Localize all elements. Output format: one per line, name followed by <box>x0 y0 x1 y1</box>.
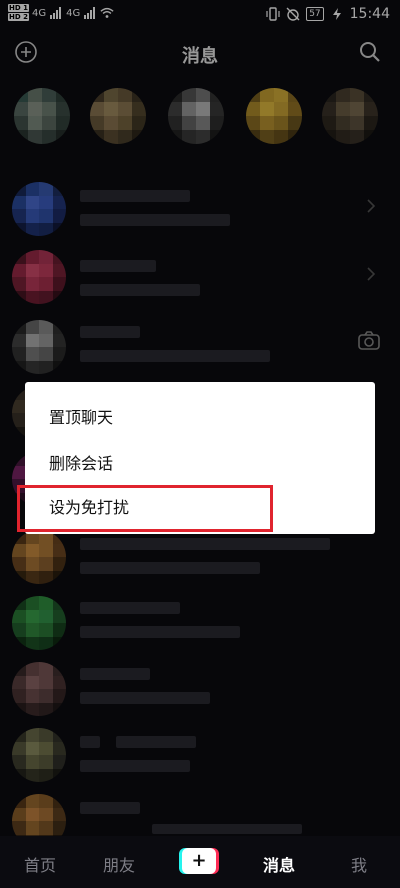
tab-messages[interactable]: 消息 <box>263 852 295 876</box>
tab-me[interactable]: 我 <box>351 852 367 876</box>
menu-item-delete-conversation[interactable]: 删除会话 <box>49 450 113 474</box>
tab-friends[interactable]: 朋友 <box>103 852 135 876</box>
bottom-nav: 首页 朋友 + 消息 我 <box>0 836 400 888</box>
plus-icon: + <box>191 850 207 871</box>
create-button[interactable]: + <box>182 848 216 874</box>
tab-home[interactable]: 首页 <box>24 852 56 876</box>
menu-item-pin-chat[interactable]: 置顶聊天 <box>49 404 113 428</box>
annotation-highlight-box <box>17 485 273 532</box>
